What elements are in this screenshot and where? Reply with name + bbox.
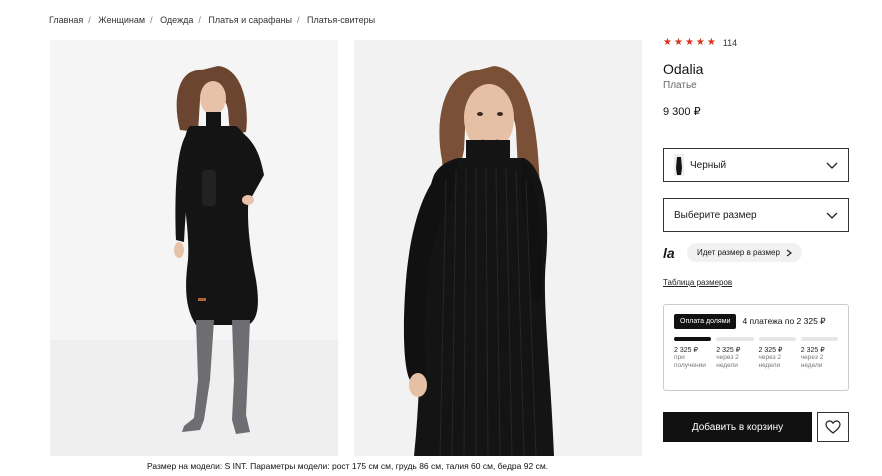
product-info-panel: ★ ★ ★ ★ ★ 114 Odalia Платье 9 300 ₽ Черн… <box>663 37 849 442</box>
fit-info-label: Идет размер в размер <box>697 248 780 257</box>
payment-amount: 2 325 ₽ <box>716 347 741 354</box>
breadcrumb-separator: / <box>297 15 300 25</box>
payment-amount: 2 325 ₽ <box>758 347 783 354</box>
breadcrumb-separator: / <box>88 15 91 25</box>
lamoda-fit-logo-icon: la <box>663 244 675 261</box>
review-count: 114 <box>722 38 738 48</box>
star-icon: ★ <box>684 37 694 48</box>
star-icon: ★ <box>706 37 716 48</box>
breadcrumb-dresses[interactable]: Платья и сарафаны <box>208 15 292 25</box>
add-to-cart-button[interactable]: Добавить в корзину <box>663 412 812 442</box>
split-payment-header: Оплата долями 4 платежа по 2 325 ₽ <box>674 314 838 329</box>
color-select-value-wrap: Черный <box>674 154 726 176</box>
payment-when: через 2 недели <box>716 354 739 369</box>
star-icon: ★ <box>695 37 705 48</box>
payment-item: 2 325 ₽ при получении <box>674 337 712 370</box>
color-swatch-thumbnail <box>674 154 684 176</box>
payment-when: при получении <box>674 354 706 369</box>
payment-item: 2 325 ₽ через 2 недели <box>716 337 754 370</box>
size-table-link[interactable]: Таблица размеров <box>663 278 732 287</box>
favorite-button[interactable] <box>817 412 849 442</box>
payment-amount: 2 325 ₽ <box>674 347 698 354</box>
star-icon: ★ <box>673 37 683 48</box>
chevron-down-icon <box>826 212 838 219</box>
payment-amount: 2 325 ₽ <box>800 347 825 354</box>
payment-progress-bar <box>758 337 796 341</box>
split-payment-summary: 4 платежа по 2 325 ₽ <box>742 316 826 326</box>
chevron-right-icon <box>786 249 792 256</box>
size-select[interactable]: Выберите размер <box>663 198 849 232</box>
payment-item: 2 325 ₽ через 2 недели <box>800 337 838 370</box>
product-photo-2[interactable] <box>354 40 642 456</box>
breadcrumb-separator: / <box>198 15 201 25</box>
product-type: Платье <box>663 80 697 91</box>
payment-when: через 2 недели <box>800 354 824 369</box>
rating[interactable]: ★ ★ ★ ★ ★ 114 <box>663 37 849 49</box>
model-size-note: Размер на модели: S INT. Параметры модел… <box>147 461 549 471</box>
product-brand[interactable]: Odalia <box>663 61 849 77</box>
payment-progress-bar <box>800 337 838 341</box>
payment-progress-bar <box>716 337 754 341</box>
breadcrumb-home[interactable]: Главная <box>49 15 83 25</box>
fit-row: la Идет размер в размер <box>663 243 802 262</box>
fit-info-button[interactable]: Идет размер в размер <box>687 243 802 262</box>
chevron-down-icon <box>826 162 838 169</box>
breadcrumb-sweater-dresses[interactable]: Платья-свитеры <box>307 15 375 25</box>
payment-schedule: 2 325 ₽ при получении 2 325 ₽ через 2 не… <box>674 337 838 370</box>
product-photo-1[interactable] <box>50 40 338 456</box>
size-select-placeholder: Выберите размер <box>674 209 757 221</box>
split-payment-box[interactable]: Оплата долями 4 платежа по 2 325 ₽ 2 325… <box>663 304 849 391</box>
color-select[interactable]: Черный <box>663 148 849 182</box>
product-price: 9 300 ₽ <box>663 106 701 118</box>
payment-when: через 2 недели <box>758 354 782 369</box>
breadcrumb-clothing[interactable]: Одежда <box>160 15 193 25</box>
breadcrumb-women[interactable]: Женщинам <box>98 15 145 25</box>
payment-progress-bar <box>674 337 712 341</box>
star-icon: ★ <box>663 37 672 48</box>
split-payment-badge: Оплата долями <box>674 314 737 329</box>
color-select-value: Черный <box>690 159 727 171</box>
heart-icon <box>825 420 841 434</box>
model-closeup-image <box>354 40 642 456</box>
breadcrumb-separator: / <box>150 15 153 25</box>
breadcrumb: Главная / Женщинам / Одежда / Платья и сара… <box>49 15 375 25</box>
model-full-body-image <box>50 40 338 456</box>
payment-item: 2 325 ₽ через 2 недели <box>758 337 796 370</box>
